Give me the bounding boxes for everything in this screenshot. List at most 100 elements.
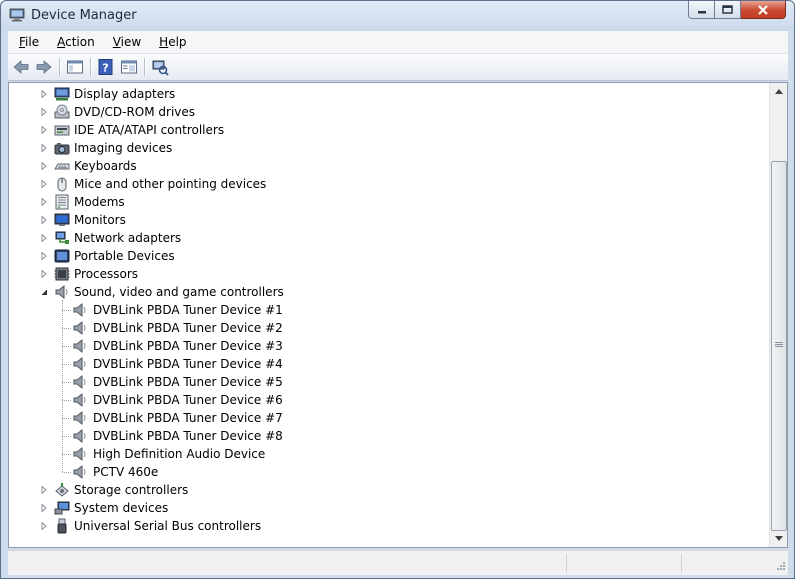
menu-view[interactable]: View: [102, 35, 148, 49]
tree-category-row[interactable]: System devices: [9, 499, 749, 517]
tree-device-row[interactable]: DVBLink PBDA Tuner Device #7: [9, 409, 749, 427]
help-icon[interactable]: ?: [97, 58, 115, 76]
tree-device-row[interactable]: High Definition Audio Device: [9, 445, 749, 463]
tree-category-label: Modems: [74, 195, 125, 209]
tree-category-row[interactable]: Network adapters: [9, 229, 749, 247]
tree-category-row[interactable]: Processors: [9, 265, 749, 283]
svg-text:?: ?: [102, 62, 108, 75]
tree-category-label: Monitors: [74, 213, 126, 227]
expand-arrow-icon[interactable]: [40, 234, 48, 242]
ide-controller-icon: [54, 125, 70, 136]
tree-device-row[interactable]: PCTV 460e: [9, 463, 749, 481]
speaker-icon: [73, 464, 86, 480]
caption-buttons: [688, 1, 786, 21]
expand-arrow-icon[interactable]: [40, 504, 48, 512]
show-hide-console-tree-icon[interactable]: [66, 58, 84, 76]
expand-arrow-icon[interactable]: [40, 270, 48, 278]
scroll-down-button[interactable]: [770, 530, 787, 547]
tree-category-label: Display adapters: [74, 87, 176, 101]
tree-category-row[interactable]: Keyboards: [9, 157, 749, 175]
tree-device-row[interactable]: DVBLink PBDA Tuner Device #5: [9, 373, 749, 391]
device-manager-app-icon: [9, 8, 25, 22]
menu-action[interactable]: Action: [46, 35, 102, 49]
tree-category-row[interactable]: Imaging devices: [9, 139, 749, 157]
thumb-grip: [775, 346, 783, 347]
expand-arrow-icon[interactable]: [40, 180, 48, 188]
tree-category-row[interactable]: Portable Devices: [9, 247, 749, 265]
vertical-scrollbar[interactable]: [769, 83, 787, 547]
tree-connector-line: [62, 300, 63, 472]
expand-arrow-icon[interactable]: [40, 252, 48, 260]
scan-hardware-changes-icon[interactable]: [151, 58, 169, 76]
device-tree-view[interactable]: Display adapters DVD/CD-ROM drives IDE ATA…: [8, 82, 788, 548]
dvd-drive-icon: [54, 104, 70, 119]
tree-device-row[interactable]: DVBLink PBDA Tuner Device #8: [9, 427, 749, 445]
window-title: Device Manager: [31, 8, 137, 23]
title-bar[interactable]: Device Manager: [1, 1, 794, 31]
tree-device-label: DVBLink PBDA Tuner Device #3: [93, 339, 283, 353]
scroll-up-arrow-icon: [774, 89, 783, 94]
menu-file[interactable]: File: [8, 35, 46, 49]
scroll-down-arrow-icon: [774, 536, 783, 541]
expand-arrow-icon[interactable]: [40, 486, 48, 494]
tree-device-label: DVBLink PBDA Tuner Device #4: [93, 357, 283, 371]
maximize-button[interactable]: [715, 1, 741, 19]
tree-device-row[interactable]: DVBLink PBDA Tuner Device #2: [9, 319, 749, 337]
speaker-icon: [73, 410, 86, 426]
expand-arrow-icon[interactable]: [40, 162, 48, 170]
camera-icon: [54, 143, 70, 155]
tree-category-row[interactable]: Modems: [9, 193, 749, 211]
expand-arrow-icon[interactable]: [40, 198, 48, 206]
menu-help[interactable]: Help: [148, 35, 193, 49]
properties-icon[interactable]: [120, 58, 138, 76]
tree-category-row[interactable]: Monitors: [9, 211, 749, 229]
tree-connector-line: [62, 400, 71, 401]
expand-arrow-icon[interactable]: [40, 108, 48, 116]
tree-category-row[interactable]: Sound, video and game controllers: [9, 283, 749, 301]
tree-connector-line: [62, 328, 71, 329]
resize-grip-icon[interactable]: [774, 561, 786, 573]
tree-category-label: Mice and other pointing devices: [74, 177, 267, 191]
toolbar-separator: [144, 58, 146, 76]
thumb-grip: [775, 344, 783, 345]
display-adapter-icon: [54, 87, 70, 101]
toolbar-separator: [90, 58, 92, 76]
scroll-up-button[interactable]: [770, 83, 787, 100]
network-adapter-icon: [55, 231, 69, 244]
minimize-button[interactable]: [688, 1, 715, 19]
mouse-icon: [57, 177, 67, 192]
tree-device-row[interactable]: DVBLink PBDA Tuner Device #6: [9, 391, 749, 409]
tree-connector-line: [62, 472, 71, 473]
storage-controller-icon: [55, 483, 69, 497]
expand-arrow-icon[interactable]: [40, 144, 48, 152]
toolbar-separator: [59, 58, 61, 76]
tree-connector-line: [62, 436, 71, 437]
device-manager-window: Device Manager File Action View Help ? D…: [0, 0, 795, 579]
tree-connector-line: [62, 364, 71, 365]
expand-arrow-icon[interactable]: [40, 522, 48, 530]
tree-category-row[interactable]: IDE ATA/ATAPI controllers: [9, 121, 749, 139]
tree-device-row[interactable]: DVBLink PBDA Tuner Device #4: [9, 355, 749, 373]
back-arrow-icon[interactable]: [12, 58, 30, 76]
expand-arrow-icon[interactable]: [40, 90, 48, 98]
tree-category-label: Processors: [74, 267, 139, 281]
tree-category-row[interactable]: Universal Serial Bus controllers: [9, 517, 749, 535]
tree-category-row[interactable]: Mice and other pointing devices: [9, 175, 749, 193]
expand-arrow-icon[interactable]: [40, 126, 48, 134]
tree-connector-line: [62, 418, 71, 419]
expand-arrow-icon[interactable]: [40, 216, 48, 224]
tree-category-row[interactable]: Display adapters: [9, 85, 749, 103]
tree-category-label: Imaging devices: [74, 141, 173, 155]
tree-category-label: Storage controllers: [74, 483, 189, 497]
tree-device-row[interactable]: DVBLink PBDA Tuner Device #1: [9, 301, 749, 319]
keyboard-icon: [54, 163, 70, 170]
tree-category-row[interactable]: DVD/CD-ROM drives: [9, 103, 749, 121]
close-button[interactable]: [741, 1, 786, 19]
forward-arrow-icon[interactable]: [35, 58, 53, 76]
tree-category-row[interactable]: Storage controllers: [9, 481, 749, 499]
menu-label-rest: elp: [168, 35, 187, 49]
collapse-arrow-icon[interactable]: [40, 288, 48, 296]
tree-device-row[interactable]: DVBLink PBDA Tuner Device #3: [9, 337, 749, 355]
scrollbar-thumb[interactable]: [771, 161, 787, 531]
portable-device-icon: [54, 249, 70, 263]
